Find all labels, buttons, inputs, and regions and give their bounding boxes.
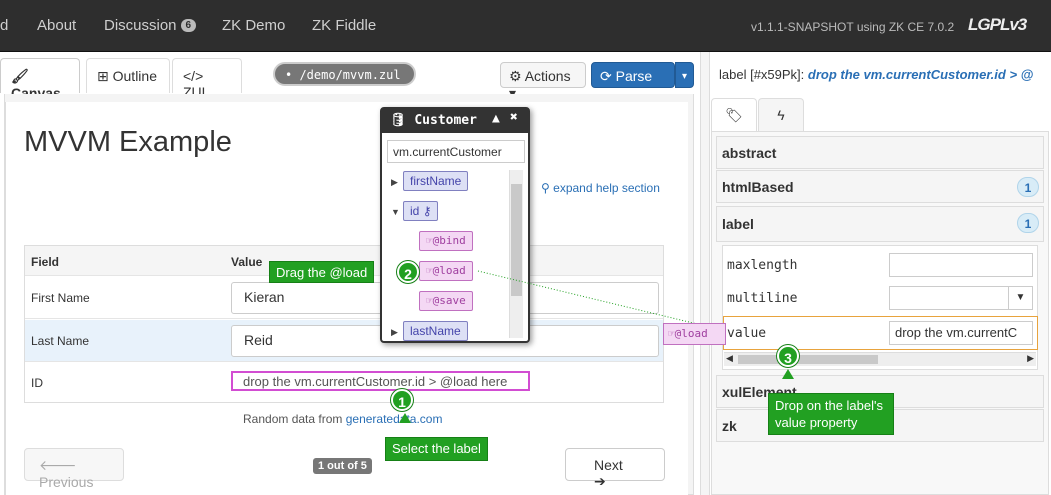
callout-drop-line2: value property	[775, 415, 858, 430]
scroll-left-icon[interactable]: ◀	[726, 353, 733, 364]
count-badge: 1	[1017, 213, 1039, 233]
count-badge: 1	[1017, 177, 1039, 197]
callout-drop-line1: Drop on the label's	[775, 398, 883, 413]
prop-name-value: value	[727, 326, 767, 341]
section-htmlbased[interactable]: htmlBased 1	[716, 170, 1044, 203]
callout-pointer	[399, 413, 411, 423]
section-label-label: label	[722, 216, 754, 232]
maxlength-input[interactable]	[889, 253, 1033, 277]
step-3-marker: 3	[777, 345, 799, 367]
hand-pointer-icon: ☞	[668, 327, 675, 340]
section-abstract[interactable]: abstract	[716, 136, 1044, 169]
hscrollbar-thumb[interactable]	[738, 355, 878, 364]
panel-splitter[interactable]	[700, 52, 710, 495]
section-zk-label: zk	[722, 418, 737, 434]
tab-properties[interactable]: 🏷	[711, 98, 757, 132]
prop-name-maxlength: maxlength	[727, 258, 798, 273]
callout-pointer	[782, 369, 794, 379]
step-2-marker: 2	[397, 261, 419, 283]
section-htmlbased-label: htmlBased	[722, 179, 794, 195]
callout-drag: Drag the @load	[269, 261, 375, 283]
value-input[interactable]: drop the vm.currentC	[889, 321, 1033, 345]
properties-hscrollbar[interactable]: ◀ ▶	[724, 352, 1036, 366]
dragged-load-chip: ☞@load	[663, 323, 726, 345]
step-1-marker: 1	[391, 389, 413, 411]
prop-name-multiline: multiline	[727, 291, 798, 306]
scroll-right-icon[interactable]: ▶	[1027, 353, 1034, 364]
chevron-down-icon[interactable]: ▼	[1008, 287, 1032, 309]
tab-events[interactable]: ϟ	[758, 98, 804, 132]
callout-drop: Drop on the label's value property	[768, 393, 894, 435]
callout-select: Select the label	[385, 437, 488, 461]
component-id: label [#x59Pk]:	[719, 67, 805, 82]
bolt-icon: ϟ	[777, 107, 785, 123]
component-text: drop the vm.currentCustomer.id > @	[807, 67, 1034, 82]
section-label[interactable]: label 1	[716, 206, 1044, 242]
tags-icon: 🏷	[725, 107, 743, 123]
selected-component-header: label [#x59Pk]: drop the vm.currentCusto…	[719, 67, 1033, 82]
multiline-select[interactable]: ▼	[889, 286, 1033, 310]
section-abstract-label: abstract	[722, 145, 777, 161]
dragged-load-label: @load	[674, 327, 708, 340]
